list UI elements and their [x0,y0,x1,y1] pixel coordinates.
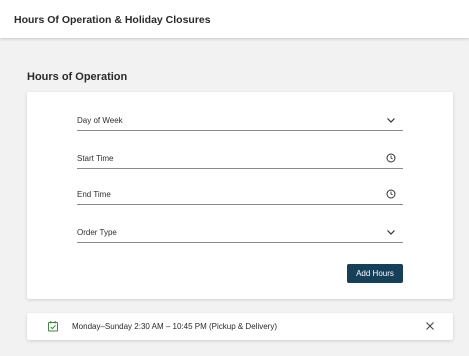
day-of-week-label: Day of Week [77,116,123,125]
day-of-week-select[interactable]: Day of Week [77,114,403,131]
hours-form-card: Day of Week Start Time End Time Order Ty… [27,92,453,299]
start-time-field[interactable]: Start Time [77,152,403,169]
order-type-label: Order Type [77,228,117,237]
clock-icon[interactable] [385,152,397,164]
clock-icon[interactable] [385,188,397,200]
end-time-field[interactable]: End Time [77,188,403,205]
top-bar: Hours Of Operation & Holiday Closures [0,0,469,38]
close-icon[interactable] [425,321,435,331]
calendar-check-icon [47,320,59,332]
chevron-down-icon[interactable] [385,226,397,238]
add-hours-button[interactable]: Add Hours [347,264,403,283]
start-time-label: Start Time [77,154,114,163]
hours-entry-text: Monday–Sunday 2:30 AM – 10:45 PM (Pickup… [72,322,277,331]
hours-entry: Monday–Sunday 2:30 AM – 10:45 PM (Pickup… [27,313,453,340]
section-title: Hours of Operation [27,71,128,83]
end-time-label: End Time [77,190,111,199]
page-header-title: Hours Of Operation & Holiday Closures [14,14,211,26]
chevron-down-icon[interactable] [385,114,397,126]
order-type-select[interactable]: Order Type [77,226,403,243]
